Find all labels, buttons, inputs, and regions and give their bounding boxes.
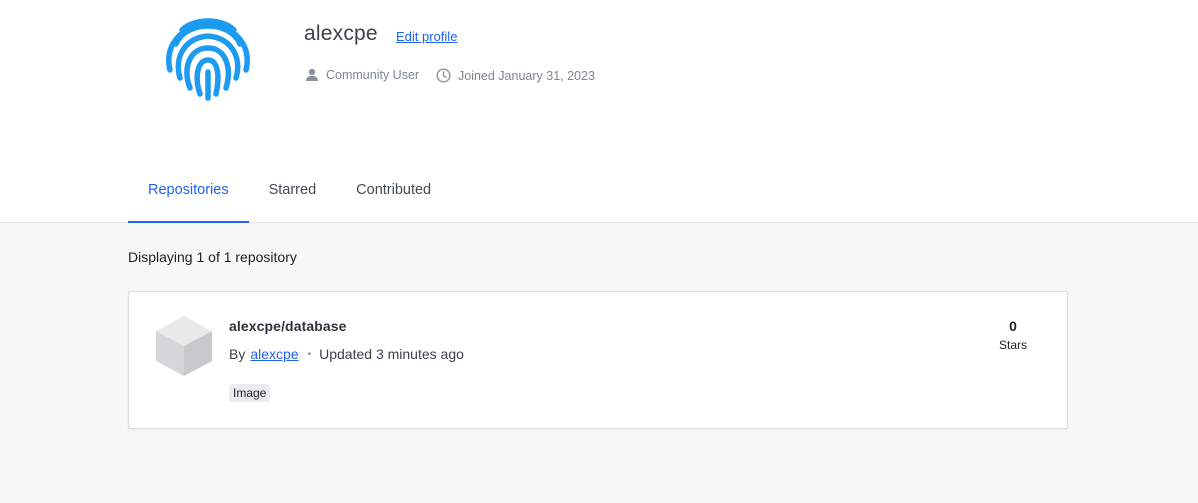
edit-profile-link[interactable]: Edit profile [396, 29, 457, 44]
profile-joined: Joined January 31, 2023 [436, 68, 595, 83]
owner-link[interactable]: alexcpe [250, 346, 298, 362]
stars-count: 0 [1009, 318, 1017, 334]
fingerprint-icon [162, 14, 254, 102]
by-label: By [229, 346, 246, 362]
joined-label: Joined January 31, 2023 [458, 68, 595, 83]
profile-role: Community User [305, 68, 419, 82]
profile-header: alexcpe Edit profile Community User Join… [0, 0, 1198, 223]
tab-starred[interactable]: Starred [249, 168, 337, 223]
stars-label: Stars [998, 338, 1027, 352]
repository-name[interactable]: alexcpe/database [229, 318, 347, 334]
profile-tabs: Repositories Starred Contributed [128, 168, 451, 223]
tab-repositories[interactable]: Repositories [128, 168, 249, 223]
role-label: Community User [326, 68, 420, 82]
tab-contributed[interactable]: Contributed [336, 168, 451, 223]
profile-username: alexcpe [304, 22, 378, 45]
stars-counter: 0 Stars [999, 318, 1027, 352]
separator-dot: • [307, 348, 312, 360]
updated-label: Updated 3 minutes ago [319, 346, 464, 362]
cube-icon [154, 314, 214, 378]
clock-icon [436, 68, 451, 83]
repository-count: Displaying 1 of 1 repository [128, 249, 297, 265]
repository-meta: By alexcpe • Updated 3 minutes ago [229, 346, 464, 362]
repository-card[interactable]: alexcpe/database By alexcpe • Updated 3 … [128, 291, 1068, 429]
type-badge: Image [229, 384, 271, 402]
user-icon [306, 68, 318, 81]
